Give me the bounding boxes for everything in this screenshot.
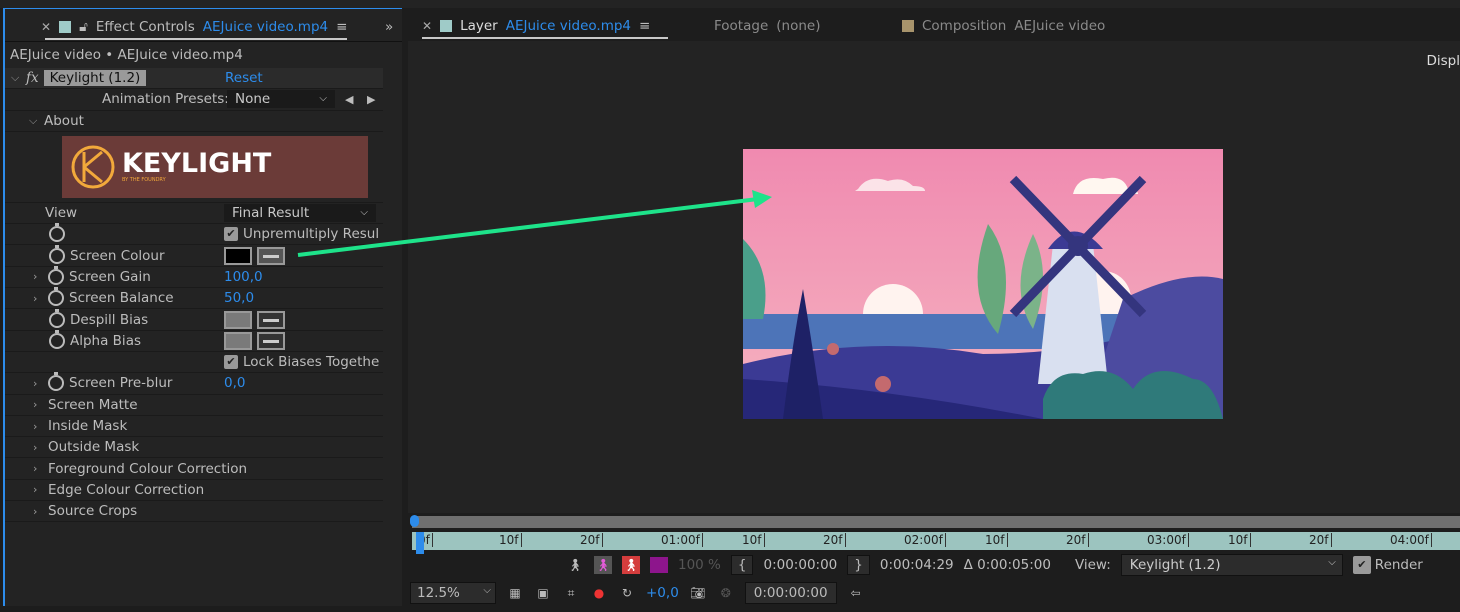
walk-icon[interactable]: 🚶︎ (566, 556, 584, 574)
ruler-tick-label: 01:00f (661, 533, 703, 547)
ruler-tick-label: 10f (985, 533, 1008, 547)
chevron-down-icon: ⌵ (1328, 557, 1336, 568)
in-time[interactable]: 0:00:00:00 (763, 557, 837, 573)
duration: Δ 0:00:05:00 (963, 557, 1051, 573)
transparency-grid-icon[interactable]: ▦ (506, 584, 524, 602)
ruler-tick-label: 20f (1309, 533, 1332, 547)
opacity-value[interactable]: 100 % (678, 557, 721, 573)
work-area-bar[interactable] (412, 516, 1460, 528)
view-label: View: (1074, 557, 1111, 573)
time-ruler[interactable]: 0f10f20f01:00f10f20f02:00f10f20f03:00f10… (412, 532, 1460, 550)
ruler-tick-label: 10f (742, 533, 765, 547)
reset-exposure-icon[interactable]: ↻ (618, 584, 636, 602)
out-time[interactable]: 0:00:04:29 (880, 557, 954, 573)
render-label: Render (1374, 557, 1423, 573)
in-point-icon[interactable]: { (730, 555, 754, 575)
snapshot-icon[interactable]: 📷︎ (689, 584, 707, 602)
zoom-value: 12.5% (417, 585, 460, 601)
onion-skin-icon[interactable]: 🚶︎ (594, 556, 612, 574)
ruler-tick-label: 20f (580, 533, 603, 547)
viewer-toolbar: 12.5% ⌵ ▦ ▣ ⌗ ● ↻ +0,0 📷︎ ❂ 0:00:00:00 ⇦ (410, 582, 865, 604)
fast-previews-icon[interactable]: ⇦ (847, 584, 865, 602)
out-point-icon[interactable]: } (847, 555, 870, 575)
ruler-tick-label: 04:00f (1390, 533, 1432, 547)
channels-icon[interactable]: ● (590, 584, 608, 602)
layer-controls-bar: 🚶︎ 🚶︎ 🚶︎ 100 % { 0:00:00:00 } 0:00:04:29… (566, 554, 1423, 576)
ruler-tick-label: 10f (1228, 533, 1251, 547)
ruler-tick-label: 20f (1066, 533, 1089, 547)
view-value: Keylight (1.2) (1129, 557, 1221, 573)
render-checkbox[interactable]: ✔ (1352, 556, 1371, 574)
ruler-tick-label: 20f (823, 533, 846, 547)
layer-viewer[interactable]: Displ (297, 41, 1460, 513)
ruler-tick-label: 03:00f (1147, 533, 1189, 547)
work-area-start-handle[interactable] (410, 515, 419, 527)
ruler-tick-label: 10f (499, 533, 522, 547)
current-time[interactable]: 0:00:00:00 (744, 582, 837, 604)
layer-panel: ✕ Layer AEJuice video.mp4 ≡ Footage (none… (297, 8, 1460, 612)
ruler-tick-label: 02:00f (904, 533, 946, 547)
view-dropdown[interactable]: Keylight (1.2) ⌵ (1120, 554, 1343, 576)
show-snapshot-icon[interactable]: ❂ (717, 584, 735, 602)
onion-skin-red-icon[interactable]: 🚶︎ (622, 556, 640, 574)
zoom-dropdown[interactable]: 12.5% ⌵ (410, 582, 496, 604)
guides-icon[interactable]: ⌗ (562, 584, 580, 602)
chevron-down-icon: ⌵ (483, 585, 491, 596)
playhead[interactable] (416, 532, 424, 554)
mask-visibility-icon[interactable]: ▣ (534, 584, 552, 602)
color-swatch[interactable] (650, 557, 668, 573)
exposure-value[interactable]: +0,0 (646, 585, 679, 601)
